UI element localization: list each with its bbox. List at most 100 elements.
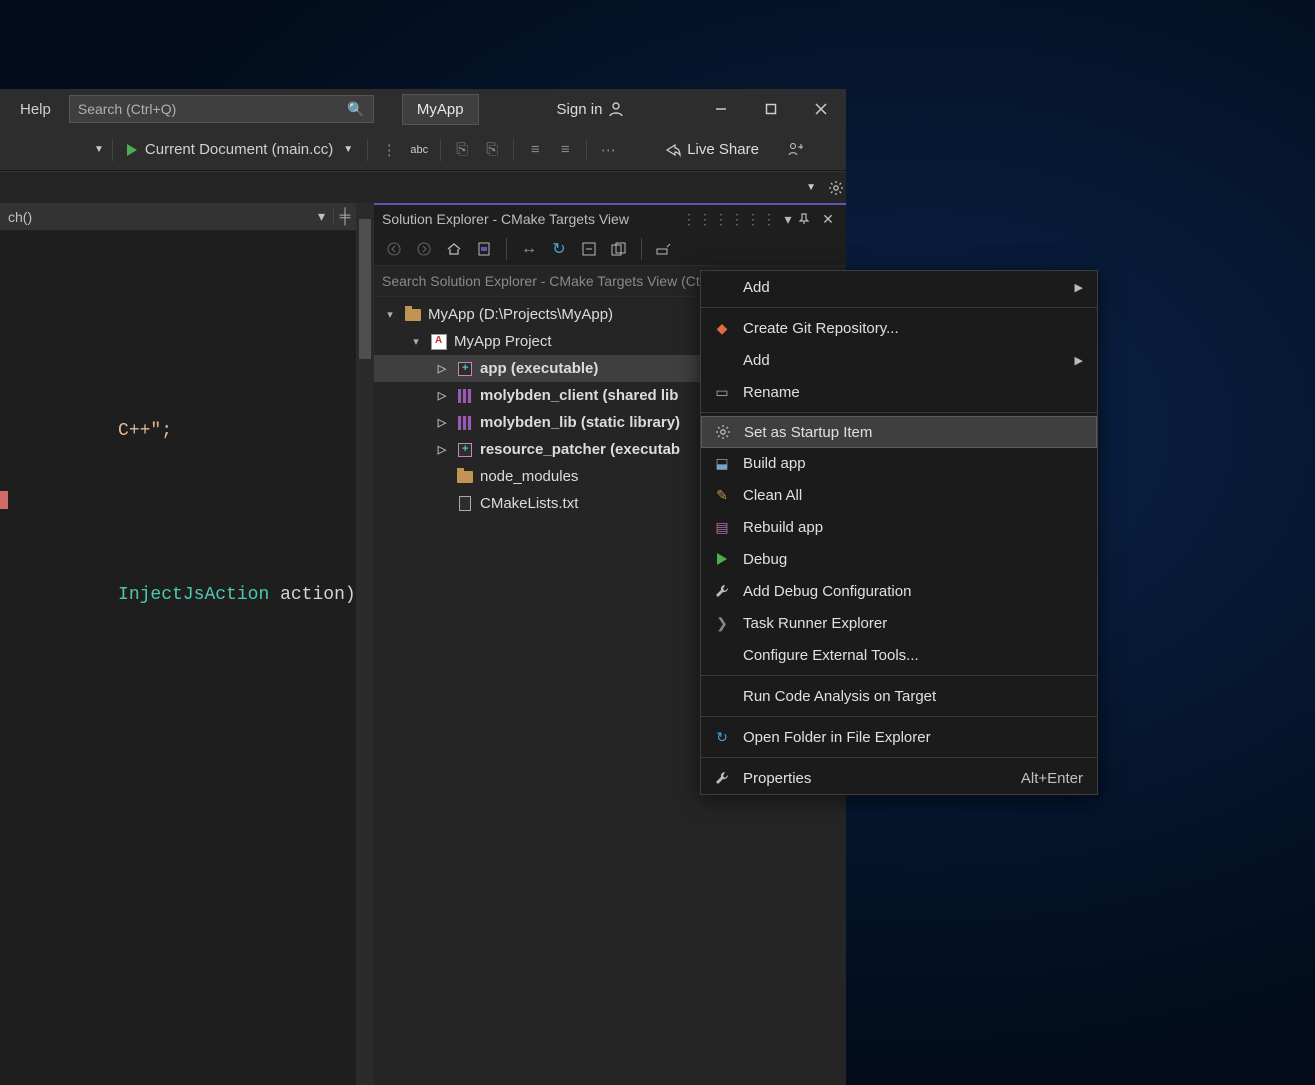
toolbar-outdent-icon[interactable]: ≡: [552, 137, 578, 163]
live-share-label: Live Share: [687, 141, 759, 158]
menu-item-label: Add: [743, 352, 770, 369]
submenu-arrow-icon: ▶: [1075, 354, 1083, 367]
panel-dropdown-icon[interactable]: ▾: [778, 211, 798, 228]
menu-item-label: Debug: [743, 551, 787, 568]
sign-in-label: Sign in: [557, 101, 603, 118]
chevron-down-icon[interactable]: ▼: [94, 144, 104, 155]
title-bar: Help Search (Ctrl+Q) 🔍 MyApp Sign in: [0, 89, 846, 129]
menu-item[interactable]: Debug: [701, 543, 1097, 575]
context-menu[interactable]: Add▶◆Create Git Repository...Add▶▭Rename…: [700, 270, 1098, 795]
separator: [513, 139, 514, 161]
menu-separator: [701, 412, 1097, 413]
menu-item-label: Set as Startup Item: [744, 424, 872, 441]
menu-item-label: Clean All: [743, 487, 802, 504]
global-search[interactable]: Search (Ctrl+Q) 🔍: [69, 95, 374, 123]
toolbar-indent-icon[interactable]: ≡: [522, 137, 548, 163]
menu-item-label: Rename: [743, 384, 800, 401]
code-line: C++";: [10, 401, 172, 461]
separator: [440, 139, 441, 161]
solution-title-tab[interactable]: MyApp: [402, 94, 479, 125]
menu-item-label: Add Debug Configuration: [743, 583, 911, 600]
menu-item-label: Create Git Repository...: [743, 320, 899, 337]
toolbar-spellcheck[interactable]: abc: [406, 137, 432, 163]
close-icon[interactable]: ✕: [818, 211, 838, 228]
panel-title-bar: Solution Explorer - CMake Targets View ⋮…: [374, 205, 846, 233]
menu-item-label: Properties: [743, 770, 811, 787]
menu-item[interactable]: Configure External Tools...: [701, 639, 1097, 671]
gear-icon[interactable]: [826, 178, 846, 198]
panel-grip[interactable]: ⋮⋮⋮⋮⋮⋮: [682, 211, 778, 228]
switch-view-icon[interactable]: [472, 237, 496, 261]
menu-item-label: Configure External Tools...: [743, 647, 919, 664]
showall-icon[interactable]: [607, 237, 631, 261]
separator: [506, 238, 507, 260]
twist-icon[interactable]: ▷: [434, 443, 450, 456]
minimize-button[interactable]: [696, 89, 746, 129]
tree-item-label: node_modules: [480, 468, 578, 485]
panel-toolbar: ↔ ↻: [374, 233, 846, 265]
sync-icon[interactable]: ↔: [517, 237, 541, 261]
back-icon[interactable]: [382, 237, 406, 261]
refresh-icon[interactable]: ↻: [547, 237, 571, 261]
sign-in-button[interactable]: Sign in: [557, 101, 625, 118]
twist-icon[interactable]: ▷: [434, 389, 450, 402]
panel-title: Solution Explorer - CMake Targets View: [382, 211, 629, 227]
forward-icon[interactable]: [412, 237, 436, 261]
separator: [112, 139, 113, 161]
menu-item[interactable]: ⬓Build app: [701, 447, 1097, 479]
collapse-icon[interactable]: [577, 237, 601, 261]
split-handle-icon[interactable]: ╪: [334, 208, 356, 225]
menu-item[interactable]: Set as Startup Item: [701, 416, 1097, 448]
play-icon: [127, 144, 137, 156]
close-button[interactable]: [796, 89, 846, 129]
scroll-thumb[interactable]: [359, 219, 371, 359]
tree-item-label: resource_patcher (executab: [480, 441, 680, 458]
menu-item-label: Open Folder in File Explorer: [743, 729, 931, 746]
code-content[interactable]: C++"; InjectJsAction action) {: [0, 231, 356, 1085]
code-line: InjectJsAction action) {: [10, 565, 356, 625]
twist-icon[interactable]: ▷: [434, 362, 450, 375]
menu-item[interactable]: ◆Create Git Repository...: [701, 312, 1097, 344]
feedback-icon[interactable]: [783, 137, 809, 163]
menu-item-label: Rebuild app: [743, 519, 823, 536]
menu-shortcut: Alt+Enter: [1021, 770, 1083, 787]
twist-icon[interactable]: ▷: [434, 416, 450, 429]
toolbar-button[interactable]: ⋮: [376, 137, 402, 163]
toolbar-button[interactable]: ⎘: [449, 137, 475, 163]
tree-item-label: MyApp Project: [454, 333, 552, 350]
code-editor[interactable]: ch() ▾ ╪ C++"; InjectJsAction action) {: [0, 203, 356, 1085]
properties-icon[interactable]: [652, 237, 676, 261]
toolbar-overflow[interactable]: ⋯: [595, 137, 621, 163]
menu-item[interactable]: Run Code Analysis on Target: [701, 680, 1097, 712]
debug-target-label: Current Document (main.cc): [145, 141, 333, 158]
pin-icon[interactable]: [798, 213, 818, 225]
menu-help[interactable]: Help: [10, 99, 61, 120]
maximize-button[interactable]: [746, 89, 796, 129]
live-share-button[interactable]: Live Share: [665, 141, 759, 158]
menu-item-label: Build app: [743, 455, 806, 472]
menu-item[interactable]: ✎Clean All: [701, 479, 1097, 511]
tree-item-label: molybden_lib (static library): [480, 414, 680, 431]
chevron-down-icon[interactable]: ▼: [806, 182, 816, 193]
debug-target-selector[interactable]: Current Document (main.cc) ▼: [121, 141, 359, 158]
separator: [586, 139, 587, 161]
twist-icon[interactable]: ▾: [382, 308, 398, 321]
toolbar-button[interactable]: ⎘: [479, 137, 505, 163]
vertical-scrollbar[interactable]: [356, 203, 374, 1085]
menu-item[interactable]: Add▶: [701, 271, 1097, 303]
menu-item[interactable]: ↻Open Folder in File Explorer: [701, 721, 1097, 753]
tree-item-label: MyApp (D:\Projects\MyApp): [428, 306, 613, 323]
scope-selector[interactable]: ch() ▾: [0, 208, 334, 225]
home-icon[interactable]: [442, 237, 466, 261]
scope-label: ch(): [8, 209, 32, 225]
menu-item[interactable]: ❯Task Runner Explorer: [701, 607, 1097, 639]
twist-icon[interactable]: ▾: [408, 335, 424, 348]
separator: [367, 139, 368, 161]
menu-item[interactable]: Add Debug Configuration: [701, 575, 1097, 607]
menu-item-label: Add: [743, 279, 770, 296]
menu-item[interactable]: Properties Alt+Enter: [701, 762, 1097, 794]
menu-item[interactable]: Add ▶: [701, 344, 1097, 376]
menu-item[interactable]: ▭Rename: [701, 376, 1097, 408]
menu-item[interactable]: ▤Rebuild app: [701, 511, 1097, 543]
tree-item-label: molybden_client (shared lib: [480, 387, 678, 404]
